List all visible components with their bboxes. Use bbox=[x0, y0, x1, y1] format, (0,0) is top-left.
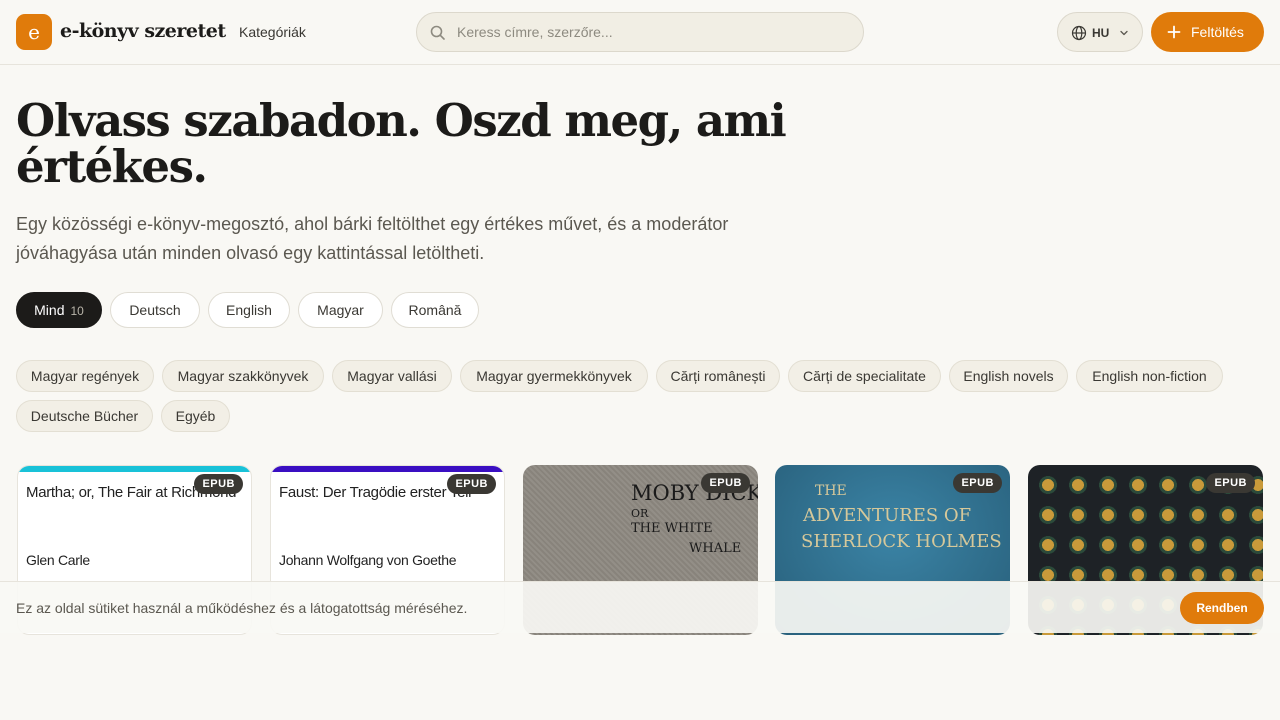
globe-icon bbox=[1071, 25, 1087, 41]
category-chip[interactable]: Cărți de specialitate bbox=[788, 360, 941, 392]
filter-pill-label: Magyar bbox=[317, 302, 364, 318]
cover-accent-bar bbox=[18, 466, 251, 472]
filter-pill-label: Mind bbox=[34, 302, 65, 318]
cover-title-line: WHALE bbox=[689, 541, 742, 556]
format-badge: EPUB bbox=[447, 474, 496, 494]
filter-pill-label: English bbox=[226, 302, 272, 318]
language-code: HU bbox=[1092, 26, 1110, 40]
cover-title: Faust: Der Tragödie erster Teil bbox=[279, 484, 472, 501]
upload-button[interactable]: Feltöltés bbox=[1151, 12, 1264, 52]
cover-author: Johann Wolfgang von Goethe bbox=[279, 552, 457, 568]
format-badge: EPUB bbox=[194, 474, 243, 494]
filter-pill-magyar[interactable]: Magyar bbox=[298, 292, 383, 328]
category-chip[interactable]: Magyar vallási bbox=[332, 360, 452, 392]
format-badge: EPUB bbox=[701, 473, 750, 493]
cookie-banner: Ez az oldal sütiket használ a működéshez… bbox=[0, 581, 1280, 633]
cover-accent-bar bbox=[271, 466, 504, 472]
category-chip[interactable]: Cărți românești bbox=[656, 360, 780, 392]
logo-icon[interactable]: e bbox=[16, 14, 52, 50]
hero-subtitle: Egy közösségi e-könyv-megosztó, ahol bár… bbox=[16, 214, 729, 263]
cookie-message: Ez az oldal sütiket használ a működéshez… bbox=[16, 600, 468, 616]
search-icon bbox=[430, 25, 445, 40]
cover-title-line: OR bbox=[631, 507, 649, 520]
category-chip[interactable]: Magyar regények bbox=[16, 360, 154, 392]
cover-author: Glen Carle bbox=[26, 552, 90, 568]
cookie-accept-button[interactable]: Rendben bbox=[1180, 592, 1264, 624]
filter-pill-all[interactable]: Mind 10 bbox=[16, 292, 102, 328]
cover-title-line: SHERLOCK HOLMES bbox=[801, 531, 1002, 552]
search-bar[interactable] bbox=[416, 12, 864, 52]
top-header: e e-könyv szeretet Kategóriák HU Feltölt… bbox=[0, 0, 1280, 65]
filter-pill-label: Deutsch bbox=[129, 302, 181, 318]
filter-pill-deutsch[interactable]: Deutsch bbox=[110, 292, 200, 328]
category-chip[interactable]: Egyéb bbox=[161, 400, 230, 432]
category-chip[interactable]: Magyar szakkönyvek bbox=[162, 360, 324, 392]
category-chip[interactable]: English novels bbox=[949, 360, 1068, 392]
format-badge: EPUB bbox=[953, 473, 1002, 493]
cover-title-line: THE WHITE bbox=[631, 521, 713, 536]
category-chip[interactable]: Deutsche Bücher bbox=[16, 400, 153, 432]
nav-categories-link[interactable]: Kategóriák bbox=[239, 24, 306, 40]
category-chip[interactable]: English non-fiction bbox=[1076, 360, 1223, 392]
hero-title: Olvass szabadon. Oszd meg, ami értékes. bbox=[16, 94, 787, 193]
language-selector[interactable]: HU bbox=[1057, 12, 1143, 52]
cover-title-line: THE bbox=[815, 483, 847, 499]
category-chip[interactable]: Magyar gyermekkönyvek bbox=[460, 360, 648, 392]
site-logo-text[interactable]: e-könyv szeretet bbox=[60, 20, 226, 42]
filter-pill-english[interactable]: English bbox=[208, 292, 290, 328]
cover-title-line: ADVENTURES OF bbox=[803, 505, 972, 526]
filter-pill-romana[interactable]: Română bbox=[391, 292, 479, 328]
chevron-down-icon bbox=[1120, 30, 1128, 36]
upload-button-label: Feltöltés bbox=[1191, 24, 1244, 40]
filter-pill-count: 10 bbox=[70, 304, 84, 318]
format-badge: EPUB bbox=[1206, 473, 1255, 493]
search-input[interactable] bbox=[457, 13, 847, 51]
filter-pill-label: Română bbox=[408, 302, 462, 318]
plus-icon bbox=[1167, 25, 1181, 39]
